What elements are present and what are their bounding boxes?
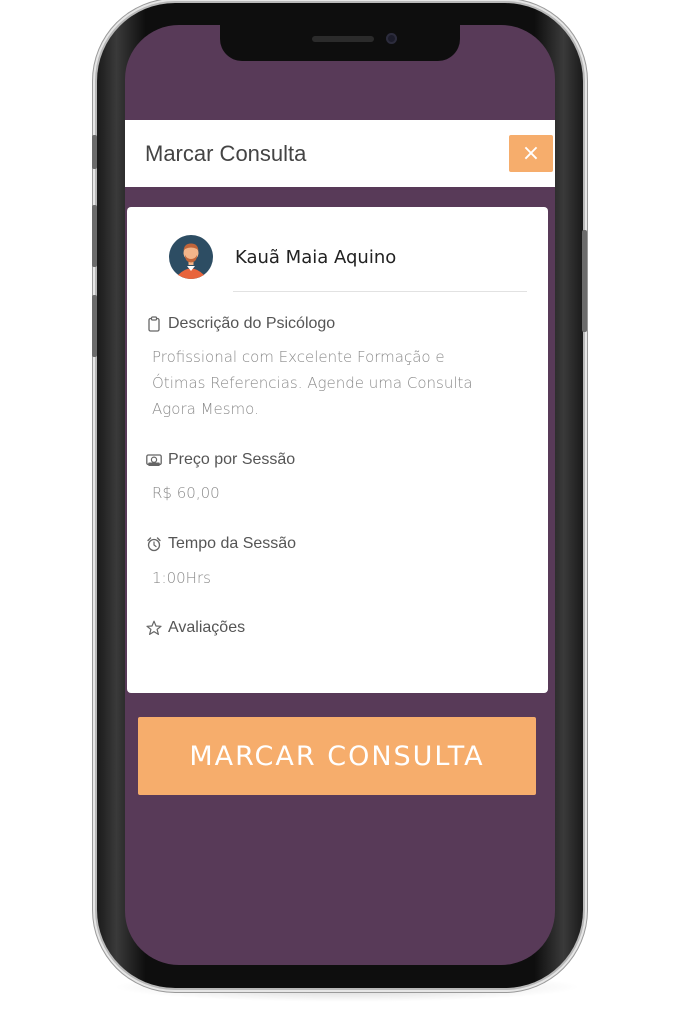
speaker xyxy=(312,36,374,42)
mute-switch xyxy=(92,135,97,169)
ratings-label: Avaliações xyxy=(168,619,246,636)
duration-label: Tempo da Sessão xyxy=(168,535,297,552)
price-value: R$ 60,00 xyxy=(152,484,220,502)
description-heading: Descrição do Psicólogo xyxy=(146,315,335,333)
power-button xyxy=(582,230,587,332)
divider xyxy=(233,291,527,292)
avatar-icon xyxy=(169,235,213,279)
description-text: Profissional com Excelente Formação e Ót… xyxy=(152,348,473,418)
book-appointment-button[interactable]: MARCAR CONSULTA xyxy=(138,717,536,795)
volume-up-button xyxy=(92,205,97,267)
psychologist-name: Kauã Maia Aquino xyxy=(235,247,397,268)
duration-value: 1:00Hrs xyxy=(152,569,211,587)
modal-title: Marcar Consulta xyxy=(145,141,307,166)
psychologist-card: Kauã Maia Aquino Descrição do Psicólogo … xyxy=(127,207,548,693)
phone-screen: Marcar Consulta × Kauã Maia Aquino Descr… xyxy=(125,25,555,965)
price-heading: Preço por Sessão xyxy=(146,451,295,469)
volume-down-button xyxy=(92,295,97,357)
clipboard-icon xyxy=(148,316,160,332)
ratings-heading[interactable]: Avaliações xyxy=(146,619,245,637)
money-icon xyxy=(146,454,162,466)
star-icon xyxy=(146,620,162,635)
alarm-clock-icon xyxy=(147,537,161,552)
modal-header: Marcar Consulta × xyxy=(125,120,555,187)
duration-heading: Tempo da Sessão xyxy=(146,535,296,553)
close-button[interactable]: × xyxy=(509,135,553,172)
description-label: Descrição do Psicólogo xyxy=(168,315,336,332)
notch xyxy=(220,25,460,61)
front-camera xyxy=(386,33,397,44)
price-label: Preço por Sessão xyxy=(168,451,296,468)
